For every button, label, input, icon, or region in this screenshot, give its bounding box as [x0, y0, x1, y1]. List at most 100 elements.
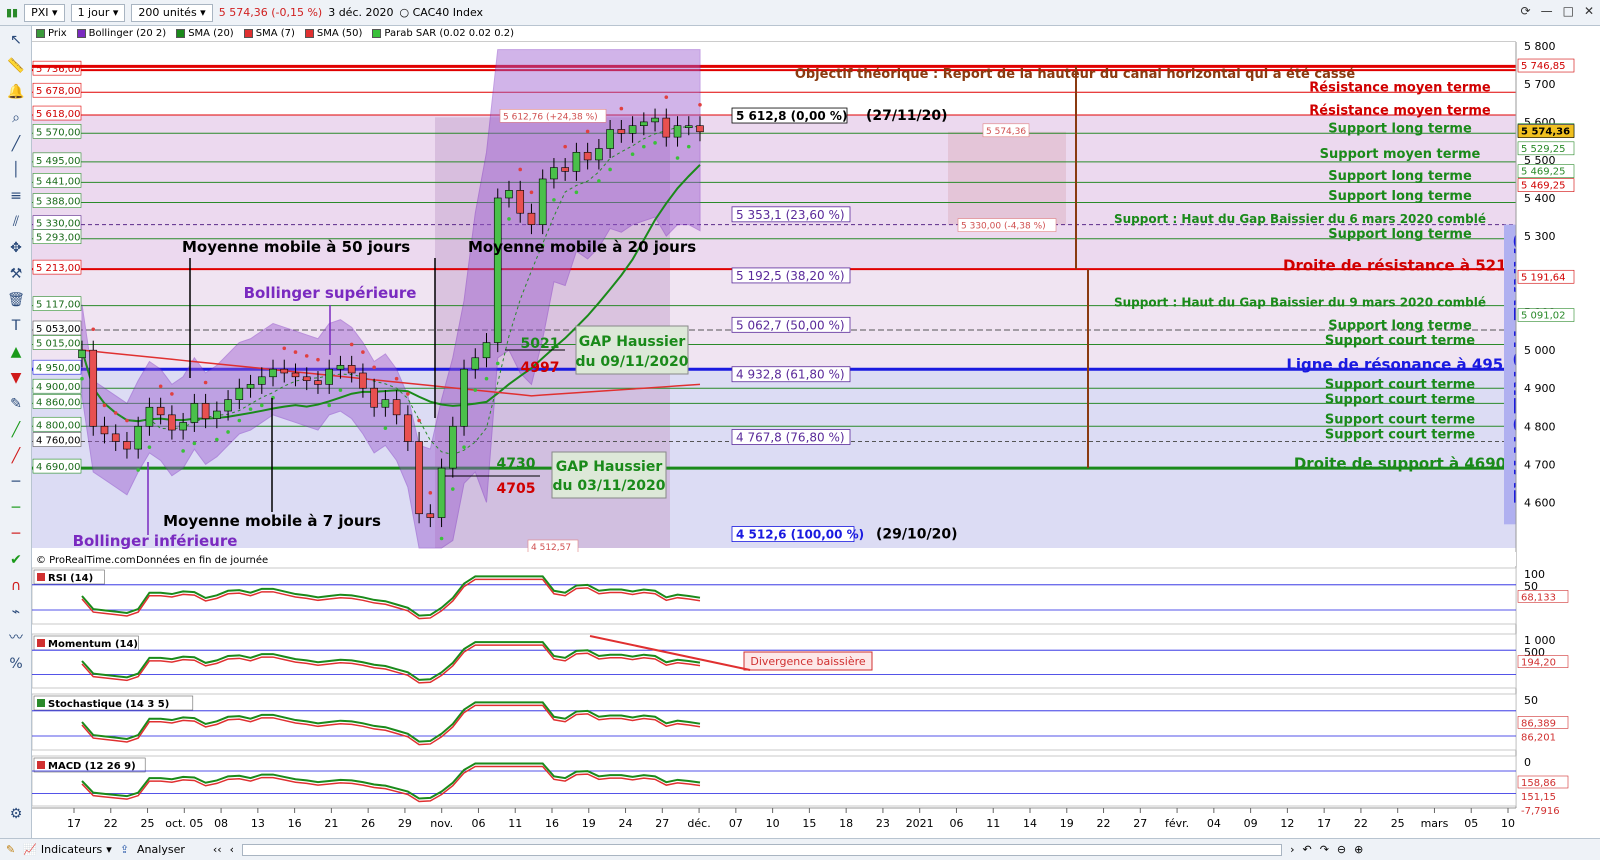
resistance-line-icon[interactable]: ─ [5, 524, 27, 544]
x-axis-tick: oct. 05 [165, 817, 203, 830]
candle [415, 441, 423, 515]
annotation-mm50: Moyenne mobile à 50 jours [182, 238, 410, 256]
indicators-button[interactable]: 📈 Indicateurs ▾ [23, 843, 112, 856]
redo-icon[interactable]: ↷ [1320, 843, 1329, 856]
move-icon[interactable]: ✥ [5, 238, 27, 258]
legend-item[interactable]: Parab SAR (0.02 0.02 0.2) [372, 28, 514, 39]
candle [595, 148, 603, 161]
text-icon[interactable]: T [5, 316, 27, 336]
gap-date-2: du 03/11/2020 [552, 478, 665, 494]
x-axis-tick: 04 [1207, 817, 1221, 830]
x-axis-tick: 2021 [906, 817, 934, 830]
price-info: 5 574,36 (-0,15 %) [218, 6, 323, 19]
channel-icon[interactable]: ⫽ [5, 212, 27, 232]
fibo-label: 4 932,8 (61,80 %) [736, 368, 845, 382]
units-select[interactable]: 200 unités ▾ [131, 3, 213, 22]
magnet-icon[interactable]: ∩ [5, 576, 27, 596]
scroll-left-small-icon[interactable]: ‹ [230, 843, 234, 856]
horizontal-line-icon[interactable]: ─ [5, 472, 27, 492]
x-axis-tick: 17 [1317, 817, 1331, 830]
objective-text: Objectif théorique : Report de la hauteu… [795, 67, 1356, 82]
candle [190, 403, 199, 423]
y-axis-tick: 5 000 [1524, 344, 1556, 357]
annotation-gap2: Support : Haut du Gap Baissier du 9 mars… [1114, 296, 1486, 310]
wave-icon[interactable]: 〰 [5, 628, 27, 648]
minimize-icon[interactable]: — [1541, 4, 1553, 18]
cursor-icon[interactable]: ↖ [5, 30, 27, 50]
candle [100, 425, 109, 435]
sar-dot [91, 327, 96, 332]
sar-dot [102, 403, 107, 408]
horizontal-scrollbar[interactable] [242, 843, 1283, 856]
arrow-up-icon[interactable]: ▲ [5, 342, 27, 362]
share-icon[interactable]: ⇪ [120, 843, 129, 856]
analyze-button[interactable]: Analyser [137, 843, 185, 856]
trendline-green-icon[interactable]: ╱ [5, 420, 27, 440]
right-price-label: 5 469,25 [1521, 181, 1566, 192]
level-label: 5 570,00 [36, 127, 81, 138]
candle [550, 167, 558, 180]
sar-dot [394, 376, 399, 381]
percent-icon[interactable]: % [5, 654, 27, 674]
check-icon[interactable]: ✔ [5, 550, 27, 570]
sar-dot [170, 392, 174, 396]
legend-swatch [36, 29, 45, 38]
link-icon[interactable]: ⌁ [5, 602, 27, 622]
legend-item[interactable]: Bollinger (20 2) [76, 28, 166, 39]
x-axis-tick: 07 [729, 817, 743, 830]
candle [78, 349, 86, 359]
scroll-left-icon[interactable]: ‹‹ [213, 843, 222, 856]
range2-label-top: 5 574,36 [986, 127, 1026, 137]
period-select[interactable]: 1 jour ▾ [70, 3, 126, 22]
chart-canvas[interactable]: 5 736,005 678,005 618,005 570,005 495,00… [0, 0, 1600, 860]
line-icon[interactable]: ╱ [5, 134, 27, 154]
sar-dot [608, 167, 612, 172]
refresh-icon[interactable]: ⟳ [1521, 4, 1531, 18]
support-line-icon[interactable]: ─ [5, 498, 27, 518]
scroll-right-icon[interactable]: › [1290, 843, 1294, 856]
x-axis-tick: 17 [67, 817, 81, 830]
indicator-value: 86,389 [1521, 718, 1556, 729]
x-axis-tick: 19 [582, 817, 596, 830]
settings-icon[interactable]: ⚙ [5, 804, 27, 824]
undo-icon[interactable]: ↶ [1302, 843, 1311, 856]
annotation-sup_mt: Support moyen terme [1320, 147, 1481, 162]
trendline-red-icon[interactable]: ╱ [5, 446, 27, 466]
arrow-down-icon[interactable]: ▼ [5, 368, 27, 388]
zoom-out-icon[interactable]: ⊖ [1337, 843, 1346, 856]
alert-icon[interactable]: 🔔 [5, 82, 27, 102]
pencil-icon[interactable]: ✎ [5, 394, 27, 414]
indicator-swatch [37, 761, 45, 769]
annotation-sup_ct3: Support court terme [1325, 393, 1475, 408]
draw-icon[interactable]: ✎ [6, 843, 15, 856]
fibo-icon[interactable]: ≡ [5, 186, 27, 206]
price-range-zone-2 [948, 131, 1066, 225]
maximize-icon[interactable]: □ [1563, 4, 1574, 18]
x-axis-tick: 06 [471, 817, 485, 830]
level-label: 4 900,00 [36, 382, 81, 393]
ruler-icon[interactable]: 📏 [5, 56, 27, 76]
close-icon[interactable]: ✕ [1584, 4, 1594, 18]
sar-dot [406, 392, 410, 396]
level-label: 5 441,00 [36, 176, 81, 187]
legend-item[interactable]: SMA (50) [304, 28, 362, 39]
gap-date-1: du 09/11/2020 [575, 354, 688, 370]
x-axis-tick: 16 [288, 817, 302, 830]
vertical-line-icon[interactable]: │ [5, 160, 27, 180]
candle [606, 129, 614, 149]
symbol-select[interactable]: PXI ▾ [24, 3, 65, 22]
trash-icon[interactable]: 🗑 [5, 290, 27, 310]
sar-dot [597, 179, 601, 183]
zoom-in-icon[interactable]: ⊕ [1354, 843, 1363, 856]
candle [145, 406, 154, 427]
annotation-sup_ct1: Support court terme [1325, 334, 1475, 349]
legend-item[interactable]: SMA (7) [243, 28, 295, 39]
candle [291, 372, 300, 378]
level-label: 5 495,00 [36, 156, 81, 167]
zoom-icon[interactable]: ⌕ [5, 108, 27, 128]
legend-item[interactable]: Prix [36, 28, 67, 39]
magnet-tool-icon[interactable]: ⚒ [5, 264, 27, 284]
annotation-ligne-res: Ligne de résonance à 4950 [1286, 355, 1513, 373]
legend-swatch [372, 29, 382, 38]
legend-item[interactable]: SMA (20) [176, 28, 234, 39]
